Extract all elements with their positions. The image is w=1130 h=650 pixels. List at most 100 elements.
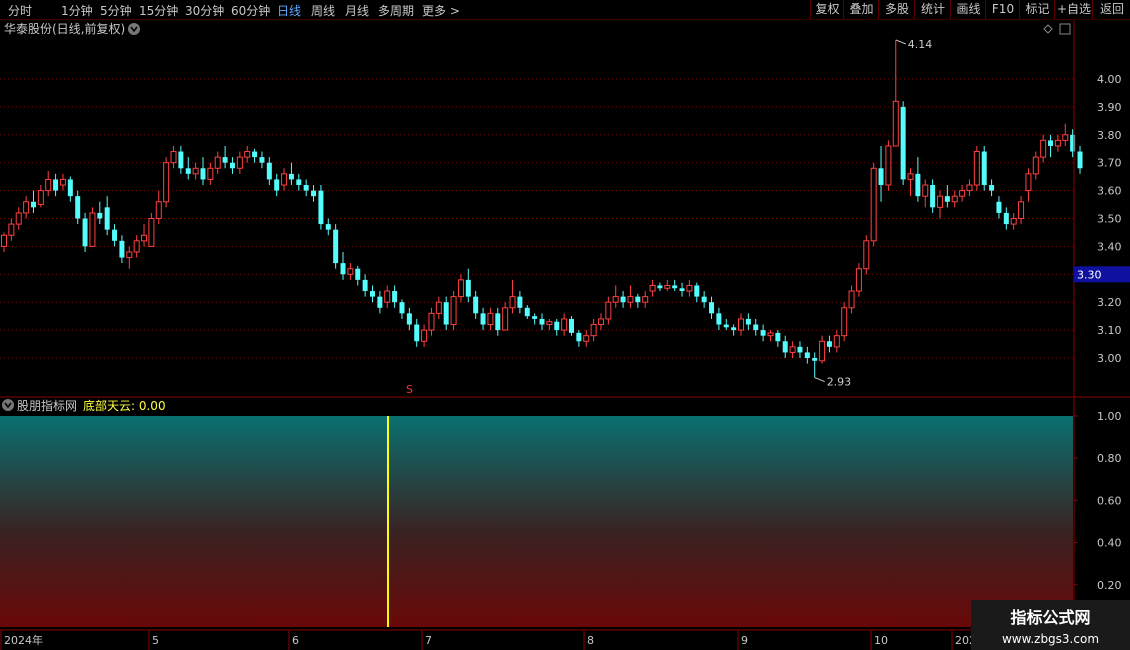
period-tab-5[interactable]: 60分钟 [231,2,270,19]
price-axis-label: 3.90 [1097,101,1122,114]
candle-body-up [870,167,877,242]
candle-body-down [826,341,832,347]
candle-body-down [340,263,346,275]
candle-body-down [716,313,722,325]
candle-body-down [362,279,368,292]
panel-toggle-icon[interactable] [1059,23,1071,35]
candle-body-down [370,291,375,297]
indicator-axis-label: 0.80 [1097,452,1122,465]
candle-body-up [59,178,66,186]
candle-body-up [509,296,516,309]
candle-body-down [745,318,751,325]
candle-body-up [885,145,892,186]
candle-body-up [23,201,30,214]
candle-body-up [561,318,568,331]
price-axis-label: 3.80 [1097,129,1122,142]
candle-body-up [627,296,634,303]
indicator-axis-label: 0.60 [1097,494,1122,507]
period-tab-9[interactable]: 多周期 [378,2,414,19]
candle-body-down [694,285,700,297]
candle-body-down [701,296,707,303]
candle-body-up [214,156,221,169]
candle-body-up [1040,139,1047,158]
candle-body-up [966,184,973,192]
candle-body-down [804,352,810,358]
candle-body-down [1003,212,1009,225]
period-tab-6[interactable]: 日线 [277,2,301,19]
candle-body-up [1,234,7,247]
candle-body-down [200,168,206,180]
toolbar-button-0[interactable]: 复权 [810,0,844,19]
chart-canvas[interactable]: 华泰股份(日线,前复权) 4.14 2.93 S 股朋指标网 底部天云: 0.00 4… [0,20,1130,650]
period-tab-2[interactable]: 5分钟 [100,2,132,19]
candle-body-up [421,329,428,342]
candle-body-up [892,100,899,147]
period-tab-1[interactable]: 1分钟 [61,2,93,19]
candle-body-up [8,223,15,236]
candle-body-down [915,173,921,197]
candle-body-down [944,196,950,202]
candle-body-down [252,151,258,158]
indicator-dropdown-icon[interactable] [2,399,14,411]
title-dropdown-icon[interactable] [128,23,140,35]
price-axis-label: 3.60 [1097,185,1122,198]
candle-body-up [141,234,148,242]
candle-body-up [546,321,553,326]
period-tab-0[interactable]: 分时 [8,2,32,19]
candle-body-down [82,218,88,247]
candle-body-down [274,179,280,191]
period-tab-10[interactable]: 更多 > [422,2,460,19]
candle-body-down [635,296,641,303]
candle-body-up [789,346,796,353]
period-tab-7[interactable]: 周线 [311,2,335,19]
toolbar-button-6[interactable]: 标记 [1019,0,1055,19]
period-tab-8[interactable]: 月线 [345,2,369,19]
watermark-logo: 指标公式网 www.zbgs3.com [971,600,1130,650]
candle-body-up [236,156,243,169]
indicator-axis-label: 0.20 [1097,579,1122,592]
candle-body-down [399,302,405,314]
low-price-label: 2.93 [827,376,852,389]
candle-body-down [709,302,715,314]
diamond-icon[interactable] [1043,24,1053,34]
candle-body-down [760,330,766,336]
toolbar-button-4[interactable]: 画线 [950,0,986,19]
candle-body-up [207,167,214,180]
candle-body-down [97,212,103,219]
toolbar-button-5[interactable]: F10 [985,0,1020,19]
candle-body-down [731,327,737,331]
current-price-label: 3.30 [1077,268,1102,281]
watermark-line1: 指标公式网 [1010,608,1091,627]
date-axis-label: 6 [292,634,299,647]
high-price-label: 4.14 [908,38,933,51]
toolbar-button-8[interactable]: 返回 [1092,0,1130,19]
candle-body-down [930,185,936,208]
candle-body-up [973,151,980,186]
toolbar-button-7[interactable]: +自选 [1054,0,1093,19]
candle-body-down [53,179,59,191]
period-tab-4[interactable]: 30分钟 [185,2,224,19]
candle-body-down [303,185,309,191]
toolbar-button-1[interactable]: 叠加 [843,0,879,19]
candle-body-up [347,268,354,275]
toolbar-button-3[interactable]: 统计 [914,0,951,19]
watermark-line2: www.zbgs3.com [1001,632,1100,646]
candle-body-down [568,318,574,333]
candle-body-down [178,151,184,169]
candle-body-up [767,332,774,337]
indicator-axis-label: 1.00 [1097,410,1122,423]
candle-body-up [1062,134,1069,141]
price-axis-label: 4.00 [1097,73,1122,86]
candle-body-down [878,168,884,186]
candle-body-down [900,106,906,180]
candle-body-up [841,307,848,337]
candle-body-down [981,151,987,186]
candle-body-down [532,316,538,319]
candle-body-down [75,196,81,219]
toolbar-button-2[interactable]: 多股 [878,0,915,19]
low-leader [814,377,825,382]
candle-body-up [163,162,170,203]
signal-marker: S [406,383,413,396]
candle-body-up [738,318,744,331]
period-tab-3[interactable]: 15分钟 [139,2,178,19]
